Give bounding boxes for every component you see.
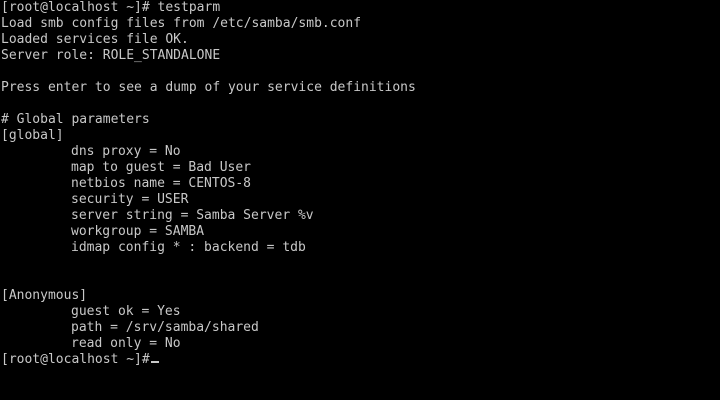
prompt-text: [root@localhost ~]#	[1, 352, 150, 367]
output-line-server-role: Server role: ROLE_STANDALONE	[1, 48, 221, 63]
output-line-load-config: Load smb config files from /etc/samba/sm…	[1, 16, 362, 31]
prompt-command-line: [root@localhost ~]# testparm	[1, 0, 221, 15]
section-header-anonymous: [Anonymous]	[1, 288, 88, 303]
terminal-window[interactable]: [root@localhost ~]# testparm Load smb co…	[0, 0, 720, 400]
param-idmap-config: idmap config * : backend = tdb	[71, 240, 306, 255]
param-guest-ok: guest ok = Yes	[71, 304, 181, 319]
param-workgroup: workgroup = SAMBA	[71, 224, 205, 239]
param-read-only: read only = No	[71, 336, 181, 351]
param-map-to-guest: map to guest = Bad User	[71, 160, 252, 175]
prompt-final-line[interactable]: [root@localhost ~]#	[0, 352, 720, 368]
param-dns-proxy: dns proxy = No	[71, 144, 181, 159]
output-line-global-comment: # Global parameters	[1, 112, 150, 127]
output-line-loaded-services: Loaded services file OK.	[1, 32, 189, 47]
text-cursor	[150, 361, 159, 363]
param-security: security = USER	[71, 192, 189, 207]
param-path: path = /srv/samba/shared	[71, 320, 259, 335]
param-netbios-name: netbios name = CENTOS-8	[71, 176, 252, 191]
section-header-global: [global]	[1, 128, 64, 143]
param-server-string: server string = Samba Server %v	[71, 208, 314, 223]
output-line-press-enter: Press enter to see a dump of your servic…	[1, 80, 416, 95]
